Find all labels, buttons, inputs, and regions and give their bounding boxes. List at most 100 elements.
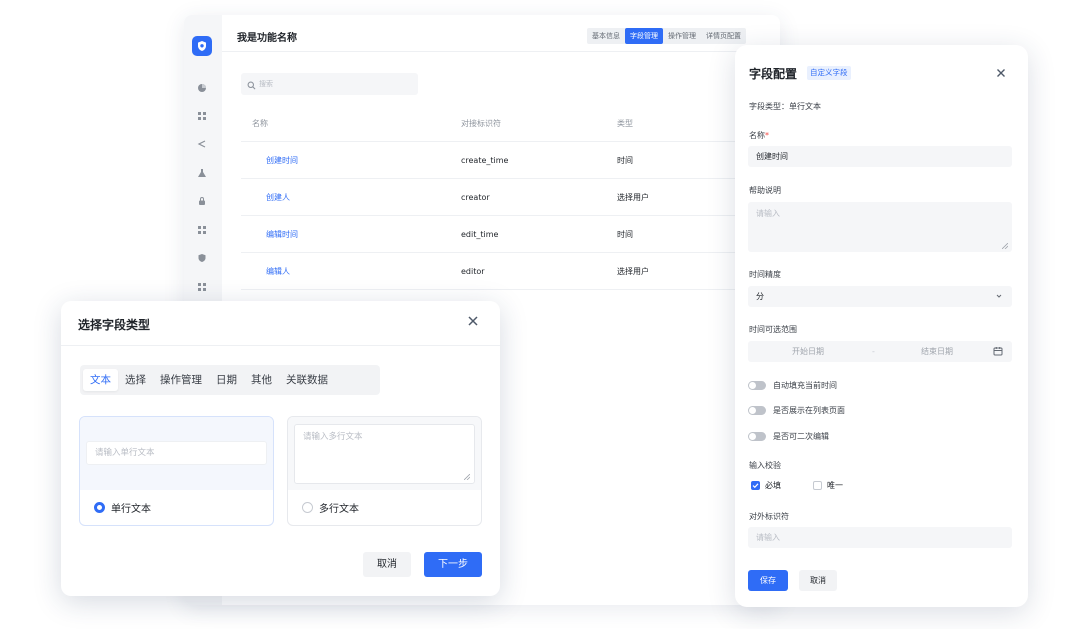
tab-operation-management[interactable]: 操作管理 (663, 28, 701, 44)
radio-multi-line[interactable]: 多行文本 (302, 500, 359, 515)
dialog-divider (61, 345, 500, 346)
external-id-label: 对外标识符 (749, 512, 789, 521)
pie-chart-icon[interactable] (195, 81, 209, 95)
next-step-button[interactable]: 下一步 (424, 552, 482, 577)
option-card-multi-line[interactable]: 请输入多行文本 多行文本 (287, 416, 482, 526)
option-card-single-line[interactable]: 请输入单行文本 单行文本 (79, 416, 274, 526)
field-type: 选择用户 (617, 267, 649, 276)
custom-field-badge: 自定义字段 (807, 66, 851, 80)
field-type-tabs: 文本 选择 操作管理 日期 其他 关联数据 (80, 365, 380, 395)
field-type: 选择用户 (617, 193, 649, 202)
field-config-panel: 字段配置 自定义字段 字段类型：单行文本 名称* 创建时间 帮助说明 请输入 时… (735, 45, 1028, 607)
column-header-type: 类型 (617, 119, 633, 128)
checkbox-checked[interactable] (751, 481, 760, 490)
date-range-picker[interactable]: 开始日期 - 结束日期 (748, 341, 1012, 362)
field-name-link[interactable]: 编辑人 (266, 253, 290, 290)
precision-value: 分 (756, 292, 764, 301)
apps-icon[interactable] (195, 280, 209, 294)
tab-field-management[interactable]: 字段管理 (625, 28, 663, 44)
preview-placeholder: 请输入多行文本 (303, 432, 363, 442)
radio-label: 多行文本 (319, 504, 359, 515)
preview-textarea: 请输入多行文本 (294, 424, 475, 484)
lock-icon[interactable] (195, 194, 209, 208)
tab-text[interactable]: 文本 (83, 369, 118, 391)
cancel-button[interactable]: 取消 (799, 570, 837, 591)
field-name-link[interactable]: 创建时间 (266, 142, 298, 179)
table-header-row: 名称 对接标识符 类型 (241, 105, 761, 142)
header-divider (222, 51, 780, 52)
share-icon[interactable] (195, 137, 209, 151)
name-label-text: 名称 (749, 131, 765, 140)
checkbox-unchecked[interactable] (813, 481, 822, 490)
range-label: 时间可选范围 (749, 325, 797, 334)
tab-detail-config[interactable]: 详情页配置 (701, 28, 746, 44)
apps-icon[interactable] (195, 223, 209, 237)
required-mark: * (765, 131, 769, 140)
field-type: 时间 (617, 156, 633, 165)
radio-label: 单行文本 (111, 504, 151, 515)
grid-icon[interactable] (195, 109, 209, 123)
tab-basic-info[interactable]: 基本信息 (587, 28, 625, 44)
shield-icon[interactable] (195, 251, 209, 265)
calendar-icon (993, 347, 1003, 356)
toggle-label: 是否展示在列表页面 (773, 406, 845, 415)
toggle-switch[interactable] (748, 406, 766, 415)
close-icon[interactable] (465, 313, 481, 329)
column-header-name: 名称 (252, 119, 268, 128)
cancel-button[interactable]: 取消 (363, 552, 411, 577)
table-row[interactable]: 创建人 creator 选择用户 (241, 179, 761, 216)
chevron-down-icon (996, 294, 1002, 298)
preview-input: 请输入单行文本 (86, 441, 267, 465)
checkbox-required[interactable]: 必填 (751, 480, 781, 491)
tab-operation[interactable]: 操作管理 (153, 369, 209, 391)
toggle-editable[interactable]: 是否可二次编辑 (748, 431, 829, 442)
toggle-auto-fill[interactable]: 自动填充当前时间 (748, 380, 837, 391)
toggle-switch[interactable] (748, 432, 766, 441)
search-box[interactable] (241, 73, 418, 95)
range-end[interactable]: 结束日期 (921, 341, 953, 362)
field-identifier: creator (461, 193, 490, 202)
tab-select[interactable]: 选择 (118, 369, 153, 391)
toggle-switch[interactable] (748, 381, 766, 390)
help-placeholder: 请输入 (756, 209, 780, 218)
toggle-show-in-list[interactable]: 是否展示在列表页面 (748, 405, 845, 416)
field-identifier: edit_time (461, 230, 499, 239)
checkbox-unique[interactable]: 唯一 (813, 480, 843, 491)
card-preview: 请输入单行文本 (80, 417, 273, 490)
app-logo-icon[interactable] (192, 36, 212, 56)
field-identifier: create_time (461, 156, 509, 165)
checkbox-label: 唯一 (827, 481, 843, 490)
help-textarea[interactable]: 请输入 (748, 202, 1012, 252)
range-start[interactable]: 开始日期 (792, 341, 824, 362)
dialog-title: 选择字段类型 (78, 318, 151, 332)
flask-icon[interactable] (195, 166, 209, 180)
field-name-link[interactable]: 创建人 (266, 179, 290, 216)
field-type: 时间 (617, 230, 633, 239)
close-icon[interactable] (994, 65, 1008, 79)
resize-handle-icon (464, 474, 470, 480)
help-label: 帮助说明 (749, 186, 781, 195)
field-name-link[interactable]: 编辑时间 (266, 216, 298, 253)
resize-handle-icon[interactable] (1002, 243, 1008, 249)
toggle-label: 自动填充当前时间 (773, 381, 837, 390)
radio-unselected[interactable] (302, 502, 313, 513)
search-input[interactable] (259, 80, 409, 88)
table-row[interactable]: 编辑时间 edit_time 时间 (241, 216, 761, 253)
name-field[interactable]: 创建时间 (748, 146, 1012, 167)
table-row[interactable]: 创建时间 create_time 时间 (241, 142, 761, 179)
table-row[interactable]: 编辑人 editor 选择用户 (241, 253, 761, 290)
radio-single-line[interactable]: 单行文本 (94, 500, 151, 515)
precision-select[interactable]: 分 (748, 286, 1012, 307)
column-header-identifier: 对接标识符 (461, 119, 501, 128)
checkbox-label: 必填 (765, 481, 781, 490)
select-field-type-dialog: 选择字段类型 文本 选择 操作管理 日期 其他 关联数据 请输入单行文本 单行文… (61, 301, 500, 596)
radio-selected[interactable] (94, 502, 105, 513)
save-button[interactable]: 保存 (748, 570, 788, 591)
field-identifier: editor (461, 267, 485, 276)
tab-related-data[interactable]: 关联数据 (279, 369, 335, 391)
tab-date[interactable]: 日期 (209, 369, 244, 391)
card-preview: 请输入多行文本 (288, 417, 481, 490)
tab-other[interactable]: 其他 (244, 369, 279, 391)
external-id-field[interactable]: 请输入 (748, 527, 1012, 548)
field-table: 名称 对接标识符 类型 创建时间 create_time 时间 创建人 crea… (241, 105, 761, 290)
